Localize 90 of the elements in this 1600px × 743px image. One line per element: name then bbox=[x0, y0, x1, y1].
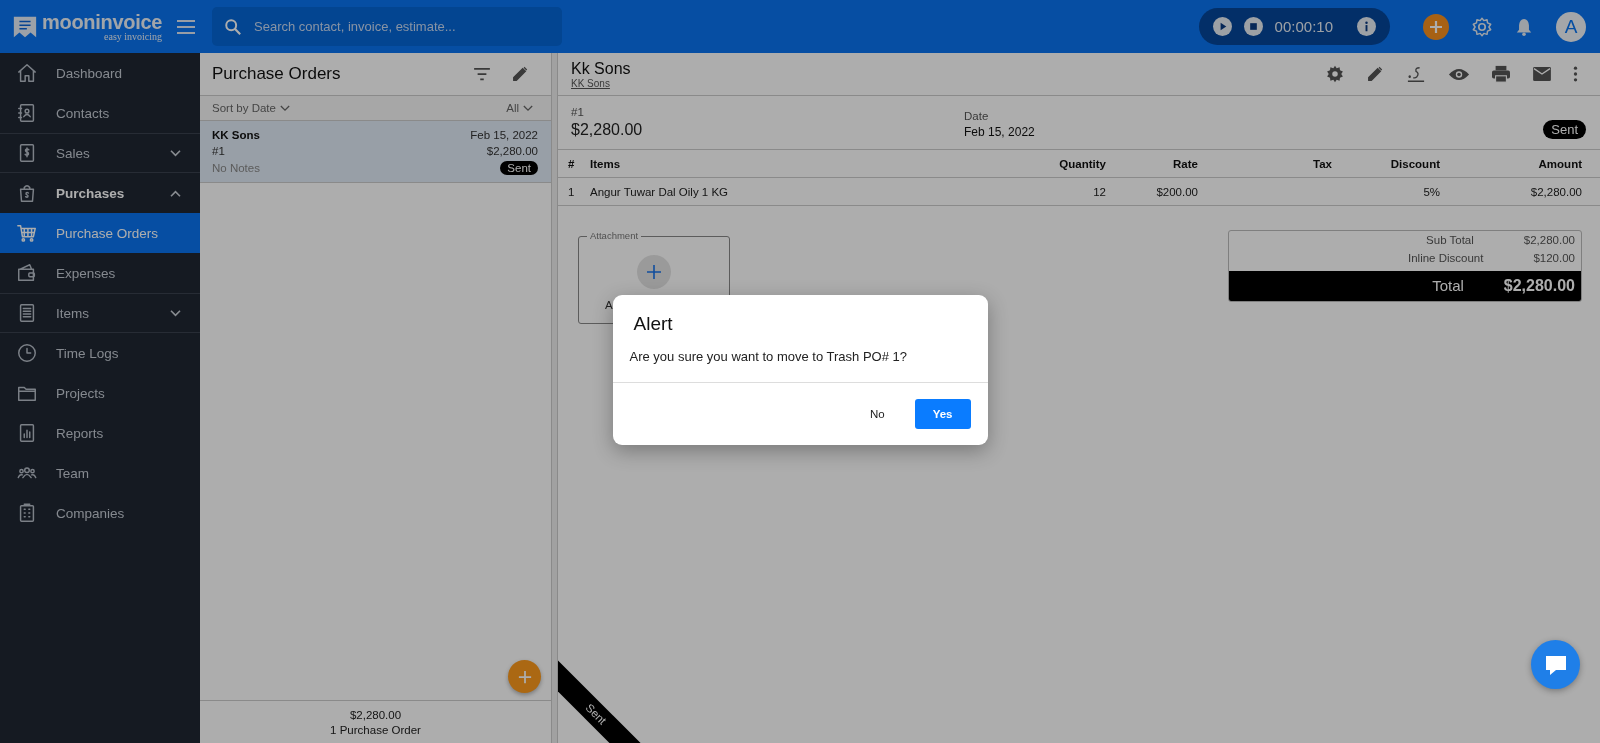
panel-title: Purchase Orders bbox=[212, 64, 342, 84]
order-card[interactable]: KK Sons Feb 15, 2022 #1 $2,280.00 No Notes Sent bbox=[200, 121, 551, 183]
printer-icon[interactable] bbox=[1491, 65, 1511, 83]
attachment-legend: Attachment bbox=[587, 230, 642, 241]
document-date: Feb 15, 2022 bbox=[964, 125, 1036, 139]
sidebar-item[interactable]: Dashboard bbox=[0, 53, 200, 93]
chevron-down-icon bbox=[169, 148, 182, 158]
dialog-message: Are you sure you want to move to Trash PO# 1? bbox=[612, 335, 988, 383]
chevron-down-icon bbox=[279, 104, 290, 112]
info-icon[interactable] bbox=[1357, 17, 1376, 36]
play-icon[interactable] bbox=[1212, 17, 1232, 36]
more-icon[interactable] bbox=[1573, 65, 1578, 83]
chevron-down-icon bbox=[169, 308, 182, 318]
confirm-button[interactable]: Yes bbox=[914, 399, 971, 429]
home-icon bbox=[16, 62, 38, 84]
add-icon[interactable] bbox=[1423, 13, 1449, 40]
chevron-down-icon bbox=[523, 104, 533, 112]
sidebar-item[interactable]: Purchases bbox=[0, 173, 200, 213]
summary-label: Inline Discount bbox=[1407, 252, 1485, 264]
sidebar-item[interactable]: Items bbox=[0, 293, 200, 333]
cancel-button[interactable]: No bbox=[865, 399, 889, 429]
sort-dropdown[interactable]: Sort by Date bbox=[212, 102, 290, 114]
footer-count: 1 Purchase Order bbox=[330, 723, 421, 736]
column-header: Discount bbox=[1389, 157, 1440, 170]
search-input[interactable]: Search contact, invoice, estimate... bbox=[252, 18, 550, 35]
mail-icon[interactable] bbox=[1532, 66, 1552, 82]
filter-icon[interactable] bbox=[473, 67, 491, 81]
plus-icon bbox=[517, 669, 532, 684]
date-label: Date bbox=[964, 110, 990, 122]
total-value: $2,280.00 bbox=[1503, 277, 1575, 295]
status-badge: Sent bbox=[500, 161, 538, 175]
sidebar-item[interactable]: Purchase Orders bbox=[0, 213, 200, 253]
column-header: Rate bbox=[1172, 157, 1198, 170]
document-amount: $2,280.00 bbox=[571, 121, 644, 139]
order-number: #1 bbox=[212, 145, 225, 157]
customer-name: KK Sons bbox=[212, 129, 260, 141]
sidebar-item[interactable]: Reports bbox=[0, 413, 200, 453]
search-icon bbox=[224, 17, 242, 36]
chat-icon bbox=[1543, 653, 1568, 676]
column-header: Items bbox=[590, 157, 622, 170]
order-amount: $2,280.00 bbox=[486, 145, 538, 157]
brand-tagline: easy invoicing bbox=[104, 31, 163, 42]
status-badge: Sent bbox=[1543, 120, 1586, 139]
summary-value: $120.00 bbox=[1533, 252, 1575, 264]
search-field[interactable]: Search contact, invoice, estimate... bbox=[212, 7, 562, 46]
sidebar-item[interactable]: Team bbox=[0, 453, 200, 493]
cart-icon bbox=[16, 222, 38, 244]
table-cell-text: Angur Tuwar Dal Oily 1 KG bbox=[590, 185, 730, 198]
signature-icon[interactable] bbox=[1405, 65, 1427, 83]
sidebar-item[interactable]: Time Logs bbox=[0, 333, 200, 373]
column-header: Tax bbox=[1312, 157, 1332, 170]
footer-total: $2,280.00 bbox=[349, 708, 402, 721]
timer-time: 00:00:10 bbox=[1274, 18, 1333, 35]
pencil-icon[interactable] bbox=[511, 65, 529, 83]
sidebar-item[interactable]: Contacts bbox=[0, 93, 200, 133]
column-header: Quantity bbox=[1058, 157, 1107, 170]
sidebar-item[interactable]: Sales bbox=[0, 133, 200, 173]
wallet-icon bbox=[16, 262, 38, 284]
column-header: # bbox=[568, 157, 576, 170]
table-cell-text: 5% bbox=[1422, 185, 1440, 198]
table-cell-text: 1 bbox=[568, 185, 576, 198]
sidebar-item[interactable]: Projects bbox=[0, 373, 200, 413]
stop-icon[interactable] bbox=[1243, 17, 1263, 36]
pencil-icon[interactable] bbox=[1366, 65, 1384, 83]
document-title: Kk Sons bbox=[571, 59, 632, 78]
user-avatar[interactable]: A bbox=[1556, 11, 1586, 42]
summary-label: Sub Total bbox=[1425, 234, 1475, 246]
eye-icon[interactable] bbox=[1448, 66, 1470, 82]
total-label: Total bbox=[1431, 277, 1465, 295]
summary-value: $2,280.00 bbox=[1523, 234, 1575, 246]
brand-name: mooninvoice bbox=[42, 11, 163, 32]
order-notes: No Notes bbox=[212, 162, 260, 174]
table-cell-text: $200.00 bbox=[1155, 185, 1198, 198]
sidebar-item[interactable]: Expenses bbox=[0, 253, 200, 293]
chevron-up-icon bbox=[169, 188, 182, 198]
settings-icon[interactable] bbox=[1471, 15, 1493, 38]
filter-dropdown[interactable]: All bbox=[506, 102, 533, 114]
table-cell-text: 12 bbox=[1092, 185, 1107, 198]
gear-icon[interactable] bbox=[1325, 64, 1345, 84]
contact-link[interactable]: KK Sons bbox=[571, 77, 1325, 89]
menu-icon[interactable] bbox=[176, 18, 196, 35]
column-header: Amount bbox=[1537, 157, 1582, 170]
table-cell-text: $2,280.00 bbox=[1529, 185, 1582, 198]
clock-icon bbox=[16, 342, 38, 364]
order-date: Feb 15, 2022 bbox=[470, 129, 538, 141]
add-attachment-icon[interactable] bbox=[637, 255, 671, 289]
attachment-label: A bbox=[605, 299, 613, 311]
bell-icon[interactable] bbox=[1515, 16, 1533, 37]
sidebar-item[interactable]: Companies bbox=[0, 493, 200, 533]
document-number: #1 bbox=[571, 106, 585, 118]
